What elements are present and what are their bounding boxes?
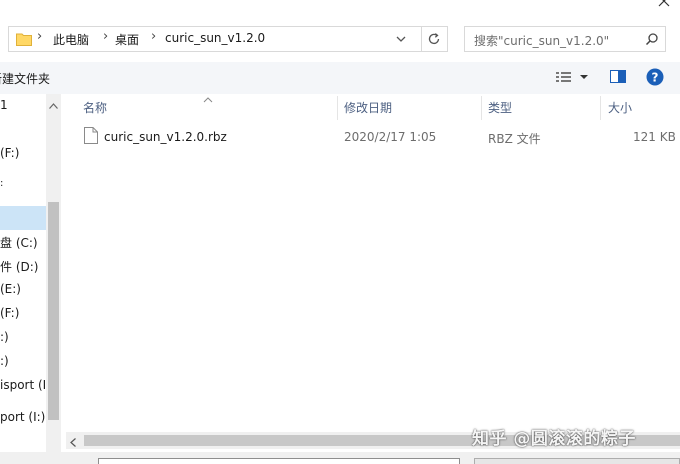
- nav-item[interactable]: 1: [0, 98, 8, 112]
- address-bar[interactable]: › 此电脑 › 桌面 › curic_sun_v1.2.0: [8, 26, 448, 52]
- address-divider: [421, 27, 422, 51]
- column-divider[interactable]: [337, 96, 338, 120]
- new-folder-button[interactable]: 新建文件夹: [0, 70, 50, 87]
- nav-item-drive-f[interactable]: (F:): [0, 306, 19, 320]
- column-divider[interactable]: [600, 96, 601, 120]
- search-icon[interactable]: [645, 32, 659, 46]
- file-size: 121 KB: [633, 130, 676, 144]
- sort-arrow-icon: [203, 92, 213, 103]
- file-name[interactable]: curic_sun_v1.2.0.rbz: [104, 130, 227, 144]
- view-options-icon[interactable]: [555, 70, 589, 84]
- breadcrumb-item[interactable]: curic_sun_v1.2.0: [165, 31, 265, 45]
- chevron-right-icon: ›: [103, 29, 109, 44]
- chevron-down-icon[interactable]: [395, 33, 407, 45]
- folder-icon: [16, 32, 32, 46]
- nav-item[interactable]: isport (I:: [0, 378, 50, 392]
- nav-selected-highlight: [0, 206, 46, 230]
- chevron-right-icon: ›: [37, 29, 43, 44]
- nav-item[interactable]: :): [0, 330, 9, 344]
- file-dialog: › 此电脑 › 桌面 › curic_sun_v1.2.0 搜索"curic_s…: [0, 0, 680, 464]
- filename-input[interactable]: [98, 458, 460, 464]
- nav-item[interactable]: port (I:): [0, 410, 45, 424]
- nav-item[interactable]: (F:): [0, 146, 19, 160]
- toolbar: 新建文件夹 ?: [0, 62, 680, 94]
- search-placeholder: 搜索"curic_sun_v1.2.0": [474, 34, 610, 48]
- refresh-icon[interactable]: [427, 32, 441, 46]
- file-type: RBZ 文件: [488, 132, 541, 146]
- search-input[interactable]: 搜索"curic_sun_v1.2.0": [464, 26, 666, 52]
- nav-item[interactable]: :: [0, 178, 3, 189]
- column-header-name[interactable]: 名称: [83, 99, 107, 116]
- column-divider[interactable]: [481, 96, 482, 120]
- close-icon[interactable]: [657, 0, 671, 8]
- file-modified: 2020/2/17 1:05: [344, 130, 437, 144]
- scroll-up-icon[interactable]: [49, 98, 58, 109]
- file-icon: [84, 127, 98, 144]
- column-header-size[interactable]: 大小: [608, 99, 632, 116]
- column-header-type[interactable]: 类型: [488, 99, 512, 116]
- watermark: 知乎 @圆滚滚的粽子: [472, 429, 636, 449]
- preview-pane-icon[interactable]: [610, 69, 626, 84]
- nav-item-drive-e[interactable]: (E:): [0, 282, 21, 296]
- nav-item[interactable]: :): [0, 354, 9, 368]
- nav-item-drive-c[interactable]: 盘 (C:): [0, 234, 38, 251]
- help-icon[interactable]: ?: [646, 68, 664, 86]
- svg-text:?: ?: [652, 71, 659, 85]
- breadcrumb-item[interactable]: 此电脑: [53, 31, 89, 48]
- column-header-modified[interactable]: 修改日期: [344, 99, 392, 116]
- file-type-select[interactable]: [474, 458, 680, 464]
- nav-scrollbar[interactable]: [46, 94, 61, 452]
- breadcrumb-item[interactable]: 桌面: [115, 31, 139, 48]
- nav-scrollbar-thumb[interactable]: [48, 202, 59, 420]
- chevron-right-icon: ›: [151, 29, 157, 44]
- scroll-left-icon[interactable]: [70, 436, 76, 447]
- nav-item-drive-d[interactable]: 件 (D:): [0, 258, 38, 275]
